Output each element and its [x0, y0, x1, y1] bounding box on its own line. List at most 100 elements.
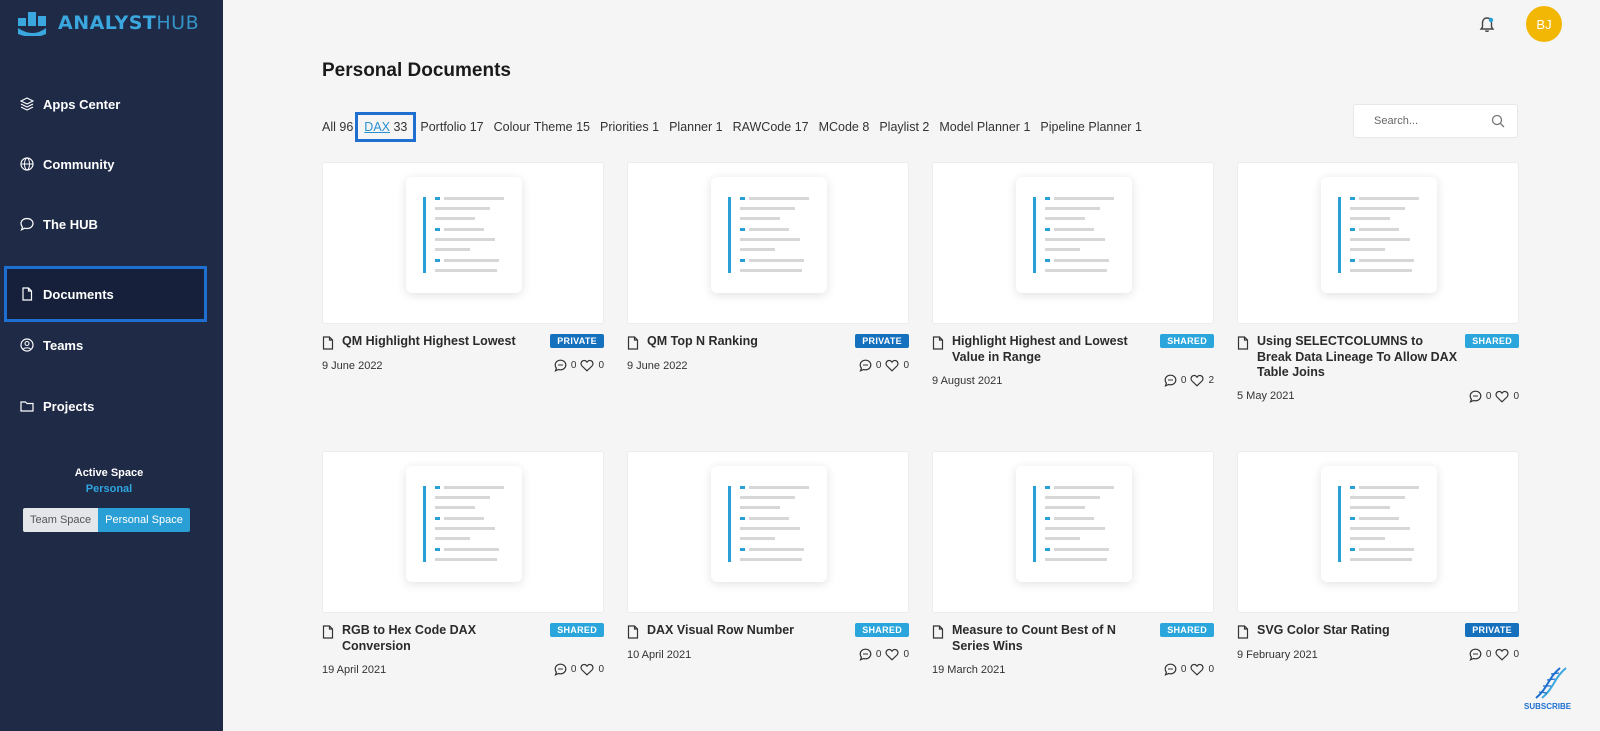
- sidebar-item-the-hub[interactable]: The HUB: [4, 197, 207, 251]
- user-circle-icon: [20, 338, 34, 352]
- document-card[interactable]: SVG Color Star Rating PRIVATE 9 February 2…: [1237, 451, 1519, 661]
- like-count: 0: [598, 664, 604, 675]
- document-thumbnail[interactable]: [322, 451, 604, 613]
- document-preview-icon: [728, 486, 809, 562]
- sidebar-item-teams[interactable]: Teams: [4, 318, 207, 372]
- document-preview-icon: [1338, 486, 1419, 562]
- layers-icon: [20, 97, 34, 111]
- filter-planner[interactable]: Planner 1: [669, 120, 723, 134]
- like-count: 0: [903, 649, 909, 660]
- file-icon: [932, 625, 944, 639]
- document-preview: [1016, 177, 1132, 293]
- document-date: 19 April 2021: [322, 663, 387, 676]
- like-count: 2: [1208, 375, 1214, 386]
- filter-model-planner[interactable]: Model Planner 1: [939, 120, 1030, 134]
- document-title[interactable]: Measure to Count Best of N Series Wins: [952, 623, 1152, 654]
- heart-icon[interactable]: [1190, 663, 1204, 676]
- sidebar-item-label: Teams: [43, 337, 84, 353]
- comment-count: 0: [570, 664, 577, 675]
- sidebar-item-label: The HUB: [43, 216, 98, 232]
- sidebar-item-projects[interactable]: Projects: [4, 379, 207, 433]
- heart-icon[interactable]: [1495, 390, 1509, 403]
- comment-icon[interactable]: [1469, 390, 1482, 403]
- document-title[interactable]: QM Highlight Highest Lowest: [342, 334, 542, 350]
- sidebar-item-apps-center[interactable]: Apps Center: [4, 77, 207, 131]
- visibility-badge: PRIVATE: [550, 334, 604, 348]
- user-avatar[interactable]: BJ: [1526, 6, 1562, 42]
- document-thumbnail[interactable]: [322, 162, 604, 324]
- document-card[interactable]: RGB to Hex Code DAX Conversion SHARED 19 A…: [322, 451, 604, 676]
- team-space-button[interactable]: Team Space: [23, 508, 99, 532]
- document-card[interactable]: Using SELECTCOLUMNS to Break Data Lineag…: [1237, 162, 1519, 403]
- filter-dax[interactable]: DAX 33: [355, 112, 417, 142]
- document-title[interactable]: SVG Color Star Rating: [1257, 623, 1457, 639]
- document-date: 9 February 2021: [1237, 648, 1318, 661]
- filter-rawcode[interactable]: RAWCode 17: [733, 120, 809, 134]
- file-icon: [1237, 336, 1249, 350]
- sidebar: ANALYSTHUB Apps Center Community The HUB…: [0, 0, 223, 731]
- document-stats: 00: [1164, 663, 1214, 676]
- document-preview-icon: [423, 197, 504, 273]
- document-card[interactable]: DAX Visual Row Number SHARED 10 April 2021…: [627, 451, 909, 661]
- document-thumbnail[interactable]: [627, 162, 909, 324]
- document-card[interactable]: QM Top N Ranking PRIVATE 9 June 2022 0 0: [627, 162, 909, 372]
- filter-pipeline-planner[interactable]: Pipeline Planner 1: [1040, 120, 1141, 134]
- comment-icon[interactable]: [554, 663, 567, 676]
- app-logo[interactable]: ANALYSTHUB: [18, 10, 199, 36]
- document-thumbnail[interactable]: [932, 162, 1214, 324]
- document-title[interactable]: RGB to Hex Code DAX Conversion: [342, 623, 542, 654]
- document-title[interactable]: Highlight Highest and Lowest Value in Ra…: [952, 334, 1152, 365]
- filter-mcode[interactable]: MCode 8: [819, 120, 870, 134]
- search-icon[interactable]: [1491, 114, 1505, 128]
- document-preview-icon: [1033, 486, 1114, 562]
- sidebar-item-community[interactable]: Community: [4, 137, 207, 191]
- comment-icon[interactable]: [1164, 663, 1177, 676]
- search-input[interactable]: [1374, 115, 1484, 127]
- comment-icon[interactable]: [1164, 374, 1177, 387]
- active-space-label: Active Space: [74, 467, 144, 479]
- document-date: 9 June 2022: [322, 359, 383, 372]
- document-thumbnail[interactable]: [627, 451, 909, 613]
- heart-icon[interactable]: [1190, 374, 1204, 387]
- sidebar-item-documents[interactable]: Documents: [4, 266, 207, 322]
- heart-icon[interactable]: [580, 359, 594, 372]
- category-filters: All 96 DAX 33 Portfolio 17 Colour Theme …: [322, 112, 1152, 142]
- heart-icon[interactable]: [1495, 648, 1509, 661]
- notification-bell-icon[interactable]: [1478, 16, 1496, 34]
- chat-bubble-icon: [20, 217, 34, 231]
- visibility-badge: SHARED: [855, 623, 909, 637]
- document-title[interactable]: QM Top N Ranking: [647, 334, 847, 350]
- document-thumbnail[interactable]: [1237, 451, 1519, 613]
- page-title: Personal Documents: [322, 60, 511, 81]
- document-card[interactable]: QM Highlight Highest Lowest PRIVATE 9 June…: [322, 162, 604, 372]
- filter-colour-theme[interactable]: Colour Theme 15: [494, 120, 590, 134]
- personal-space-button[interactable]: Personal Space: [98, 508, 190, 532]
- document-date: 10 April 2021: [627, 648, 692, 661]
- comment-icon[interactable]: [859, 648, 872, 661]
- document-thumbnail[interactable]: [932, 451, 1214, 613]
- document-preview: [1321, 466, 1437, 582]
- document-title[interactable]: DAX Visual Row Number: [647, 623, 847, 639]
- filter-playlist[interactable]: Playlist 2: [879, 120, 929, 134]
- filter-priorities[interactable]: Priorities 1: [600, 120, 659, 134]
- document-title[interactable]: Using SELECTCOLUMNS to Break Data Lineag…: [1257, 334, 1457, 381]
- filter-portfolio[interactable]: Portfolio 17: [420, 120, 483, 134]
- subscribe-watermark[interactable]: SUBSCRIBE: [1524, 666, 1571, 711]
- filter-all[interactable]: All 96: [322, 120, 353, 134]
- comment-count: 0: [875, 649, 882, 660]
- comment-icon[interactable]: [554, 359, 567, 372]
- comment-icon[interactable]: [1469, 648, 1482, 661]
- heart-icon[interactable]: [885, 359, 899, 372]
- dna-icon: [1534, 667, 1567, 699]
- visibility-badge: SHARED: [1160, 623, 1214, 637]
- heart-icon[interactable]: [885, 648, 899, 661]
- globe-icon: [20, 157, 34, 171]
- document-card[interactable]: Measure to Count Best of N Series Wins SH…: [932, 451, 1214, 676]
- space-toggle: Team Space Personal Space: [23, 508, 190, 532]
- sidebar-item-label: Projects: [43, 398, 95, 414]
- document-preview-icon: [423, 486, 504, 562]
- document-card[interactable]: Highlight Highest and Lowest Value in Ra…: [932, 162, 1214, 387]
- comment-icon[interactable]: [859, 359, 872, 372]
- document-thumbnail[interactable]: [1237, 162, 1519, 324]
- heart-icon[interactable]: [580, 663, 594, 676]
